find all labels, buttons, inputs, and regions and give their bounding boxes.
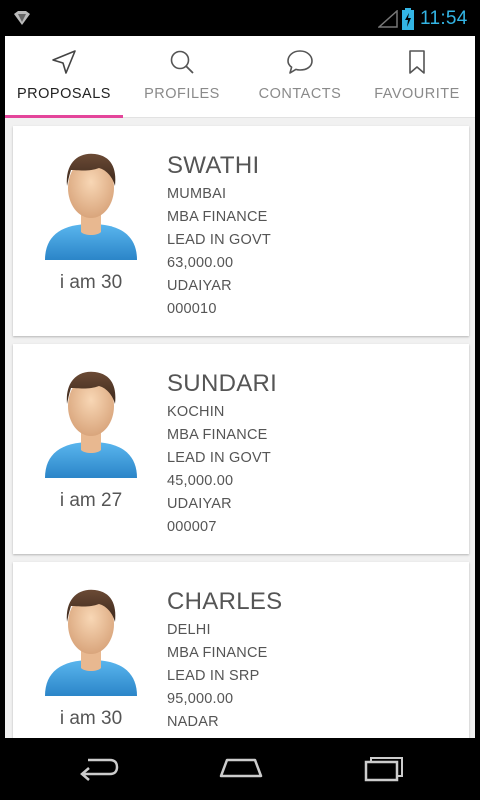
profile-job: LEAD IN GOVT: [167, 232, 271, 248]
avatar-icon: [45, 589, 137, 696]
tab-profiles[interactable]: PROFILES: [123, 36, 241, 118]
profile-caste: UDAIYAR: [167, 496, 232, 512]
search-icon: [170, 50, 194, 74]
profile-card[interactable]: i am 30 SWATHI MUMBAI MBA FINANCE LEAD I…: [13, 126, 469, 336]
battery-icon: [402, 8, 414, 30]
profile-card[interactable]: i am 30 CHARLES DELHI MBA FINANCE LEAD I…: [13, 562, 469, 738]
profile-education: MBA FINANCE: [167, 209, 268, 225]
recent-apps-icon[interactable]: [362, 754, 406, 782]
tab-label: PROFILES: [144, 86, 220, 102]
profile-caste: UDAIYAR: [167, 278, 232, 294]
status-time: 11:54: [420, 8, 468, 29]
tab-label: PROPOSALS: [17, 86, 111, 102]
profile-name: SWATHI: [167, 152, 260, 179]
profile-job: LEAD IN SRP: [167, 668, 260, 684]
chat-icon: [287, 50, 313, 74]
profile-name: CHARLES: [167, 588, 283, 615]
profile-education: MBA FINANCE: [167, 645, 268, 661]
profile-age: i am 27: [59, 490, 123, 511]
profile-name: SUNDARI: [167, 370, 278, 397]
avatar-icon: [45, 371, 137, 478]
tab-label: FAVOURITE: [374, 86, 460, 102]
profile-card[interactable]: i am 27 SUNDARI KOCHIN MBA FINANCE LEAD …: [13, 344, 469, 554]
profile-city: KOCHIN: [167, 404, 225, 420]
profile-id: 000010: [167, 301, 217, 317]
profile-education: MBA FINANCE: [167, 427, 268, 443]
back-icon[interactable]: [76, 754, 120, 782]
notification-icon: [14, 11, 30, 25]
profile-income: 95,000.00: [167, 691, 234, 707]
tab-favourite[interactable]: FAVOURITE: [359, 36, 475, 118]
bookmark-icon: [409, 50, 425, 74]
profile-id: 000007: [167, 519, 217, 535]
profile-income: 63,000.00: [167, 255, 234, 271]
tab-contacts[interactable]: CONTACTS: [241, 36, 359, 118]
avatar-icon: [45, 153, 137, 260]
profile-caste: NADAR: [167, 714, 219, 730]
profile-income: 45,000.00: [167, 473, 234, 489]
profile-job: LEAD IN GOVT: [167, 450, 271, 466]
tab-label: CONTACTS: [258, 86, 342, 102]
tab-proposals[interactable]: PROPOSALS: [5, 36, 123, 118]
app-screen: PROPOSALS PROFILES CONTACTS FAVOURITE i …: [5, 36, 475, 738]
profile-age: i am 30: [59, 272, 123, 293]
home-icon[interactable]: [218, 754, 264, 782]
system-nav-bar: [0, 738, 480, 800]
active-tab-indicator: [5, 115, 123, 118]
signal-icon: [378, 10, 398, 28]
profile-city: MUMBAI: [167, 186, 227, 202]
status-bar: 11:54: [0, 0, 480, 36]
send-icon: [52, 50, 76, 74]
tab-bar: PROPOSALS PROFILES CONTACTS FAVOURITE: [5, 36, 475, 118]
profile-age: i am 30: [59, 708, 123, 729]
profile-city: DELHI: [167, 622, 211, 638]
